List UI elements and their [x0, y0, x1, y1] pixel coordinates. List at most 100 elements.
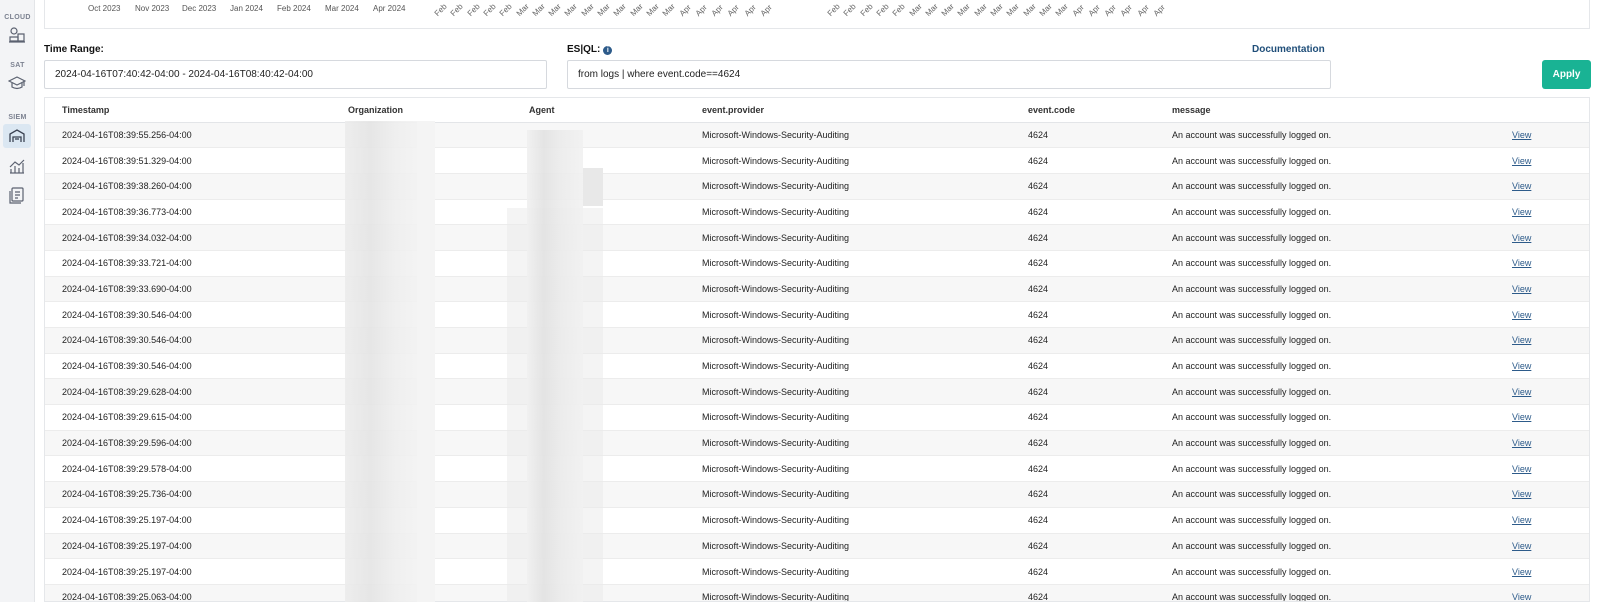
view-link[interactable]: View: [1512, 361, 1531, 371]
view-link[interactable]: View: [1512, 284, 1531, 294]
cell-event-code: 4624: [1011, 378, 1155, 406]
column-header-message[interactable]: message: [1155, 98, 1495, 123]
view-link[interactable]: View: [1512, 233, 1531, 243]
cell-event-provider: Microsoft-Windows-Security-Auditing: [685, 404, 1011, 431]
cell-event-provider: Microsoft-Windows-Security-Auditing: [685, 353, 1011, 380]
rotated-tick-label: Apr: [1070, 2, 1086, 18]
table-row[interactable]: 2024-04-16T08:39:29.628-04:00 Microsoft-W…: [45, 378, 1589, 406]
view-link[interactable]: View: [1512, 567, 1531, 577]
rotated-tick-label: Mar: [1037, 1, 1054, 18]
table-row[interactable]: 2024-04-16T08:39:36.773-04:00 Microsoft-W…: [45, 199, 1589, 226]
rotated-tick-label: Feb: [432, 1, 449, 19]
table-row[interactable]: 2024-04-16T08:39:33.721-04:00 Microsoft-W…: [45, 250, 1589, 277]
rotated-tick-label: Mar: [939, 1, 956, 18]
cell-timestamp: 2024-04-16T08:39:30.546-04:00: [45, 301, 331, 328]
table-row[interactable]: 2024-04-16T08:39:38.260-04:00 Microsoft-W…: [45, 173, 1589, 200]
cell-event-code: 4624: [1011, 301, 1155, 328]
cell-event-provider: Microsoft-Windows-Security-Auditing: [685, 199, 1011, 226]
view-link[interactable]: View: [1512, 464, 1531, 474]
table-row[interactable]: 2024-04-16T08:39:33.690-04:00 Microsoft-W…: [45, 276, 1589, 303]
cell-event-provider: Microsoft-Windows-Security-Auditing: [685, 584, 1011, 601]
cell-timestamp: 2024-04-16T08:39:30.546-04:00: [45, 327, 331, 354]
view-link[interactable]: View: [1512, 541, 1531, 551]
cell-event-provider: Microsoft-Windows-Security-Auditing: [685, 481, 1011, 508]
cell-actions: View: [1495, 430, 1589, 457]
time-range-input[interactable]: 2024-04-16T07:40:42-04:00 - 2024-04-16T0…: [44, 60, 547, 89]
cell-event-code: 4624: [1011, 533, 1155, 560]
table-row[interactable]: 2024-04-16T08:39:30.546-04:00 Microsoft-W…: [45, 327, 1589, 354]
table-row[interactable]: 2024-04-16T08:39:29.615-04:00 Microsoft-W…: [45, 404, 1589, 431]
cell-event-provider: Microsoft-Windows-Security-Auditing: [685, 533, 1011, 560]
table-row[interactable]: 2024-04-16T08:39:55.256-04:00 Microsoft-W…: [45, 122, 1589, 149]
cell-event-provider: Microsoft-Windows-Security-Auditing: [685, 455, 1011, 483]
view-link[interactable]: View: [1512, 310, 1531, 320]
cell-timestamp: 2024-04-16T08:39:51.329-04:00: [45, 147, 331, 174]
rotated-tick-group-b: Feb Feb Feb Feb Feb Mar Mar Mar Mar Mar Mar Mar Mar M…: [826, 0, 1172, 19]
x-tick-label: Jan 2024: [230, 4, 263, 13]
table-row[interactable]: 2024-04-16T08:39:30.546-04:00 Microsoft-W…: [45, 353, 1589, 380]
table-row[interactable]: 2024-04-16T08:39:25.197-04:00 Microsoft-W…: [45, 507, 1589, 534]
table-row[interactable]: 2024-04-16T08:39:30.546-04:00 Microsoft-W…: [45, 301, 1589, 328]
cell-event-provider: Microsoft-Windows-Security-Auditing: [685, 327, 1011, 354]
siem-dashboard-icon[interactable]: [3, 124, 31, 148]
view-link[interactable]: View: [1512, 515, 1531, 525]
redacted-agent-values: [527, 130, 583, 602]
rotated-tick-label: Mar: [1053, 1, 1070, 18]
rotated-tick-label: Mar: [514, 1, 531, 18]
column-header-agent[interactable]: Agent: [512, 98, 685, 123]
cell-event-provider: Microsoft-Windows-Security-Auditing: [685, 507, 1011, 534]
table-row[interactable]: 2024-04-16T08:39:51.329-04:00 Microsoft-W…: [45, 147, 1589, 174]
view-link[interactable]: View: [1512, 130, 1531, 140]
table-row[interactable]: 2024-04-16T08:39:29.596-04:00 Microsoft-W…: [45, 430, 1589, 457]
esql-query-input[interactable]: from logs | where event.code==4624: [567, 60, 1331, 89]
x-tick-label: Oct 2023: [88, 4, 121, 13]
analytics-chart-icon[interactable]: [3, 154, 31, 178]
table-row[interactable]: 2024-04-16T08:39:25.197-04:00 Microsoft-W…: [45, 558, 1589, 585]
view-link[interactable]: View: [1512, 592, 1531, 601]
cloud-resources-icon[interactable]: [3, 23, 31, 47]
rotated-tick-label: Mar: [972, 1, 989, 18]
view-link[interactable]: View: [1512, 335, 1531, 345]
cell-actions: View: [1495, 404, 1589, 431]
documentation-link[interactable]: Documentation: [1252, 44, 1325, 55]
view-link[interactable]: View: [1512, 438, 1531, 448]
table-row[interactable]: 2024-04-16T08:39:29.578-04:00 Microsoft-W…: [45, 455, 1589, 483]
cell-event-provider: Microsoft-Windows-Security-Auditing: [685, 122, 1011, 149]
table-row[interactable]: 2024-04-16T08:39:25.197-04:00 Microsoft-W…: [45, 533, 1589, 560]
view-link[interactable]: View: [1512, 258, 1531, 268]
info-icon[interactable]: i: [603, 46, 613, 55]
rotated-tick-label: Apr: [1102, 2, 1118, 18]
view-link[interactable]: View: [1512, 181, 1531, 191]
column-header-organization[interactable]: Organization: [331, 98, 512, 123]
view-link[interactable]: View: [1512, 156, 1531, 166]
column-header-timestamp[interactable]: Timestamp: [45, 98, 331, 123]
column-header-event-code[interactable]: event.code: [1011, 98, 1155, 123]
redacted-agent-block: [583, 168, 603, 206]
apply-button[interactable]: Apply: [1542, 60, 1591, 89]
graduation-cap-icon[interactable]: [3, 71, 31, 95]
column-header-event-provider[interactable]: event.provider: [685, 98, 1011, 123]
rotated-tick-label: Mar: [1021, 1, 1038, 18]
cell-actions: View: [1495, 327, 1589, 354]
view-link[interactable]: View: [1512, 207, 1531, 217]
table-row[interactable]: 2024-04-16T08:39:25.063-04:00 Microsoft-W…: [45, 584, 1589, 601]
rotated-tick-label: Mar: [988, 1, 1005, 18]
cell-actions: View: [1495, 533, 1589, 560]
x-tick-label: Nov 2023: [135, 4, 170, 13]
rotated-tick-label: Apr: [1135, 2, 1151, 18]
cell-event-code: 4624: [1011, 276, 1155, 303]
table-row[interactable]: 2024-04-16T08:39:25.736-04:00 Microsoft-W…: [45, 481, 1589, 508]
view-link[interactable]: View: [1512, 412, 1531, 422]
x-tick-label: Apr 2024: [373, 4, 406, 13]
table-row[interactable]: 2024-04-16T08:39:34.032-04:00 Microsoft-W…: [45, 224, 1589, 251]
rotated-tick-label: Mar: [628, 1, 645, 18]
cell-event-provider: Microsoft-Windows-Security-Auditing: [685, 276, 1011, 303]
rotated-tick-label: Mar: [530, 1, 547, 18]
cell-event-code: 4624: [1011, 584, 1155, 601]
view-link[interactable]: View: [1512, 489, 1531, 499]
reports-icon[interactable]: [3, 183, 31, 207]
cell-event-code: 4624: [1011, 327, 1155, 354]
rotated-tick-label: Feb: [841, 1, 859, 19]
view-link[interactable]: View: [1512, 387, 1531, 397]
cell-message: An account was successfully logged on.: [1155, 276, 1495, 303]
